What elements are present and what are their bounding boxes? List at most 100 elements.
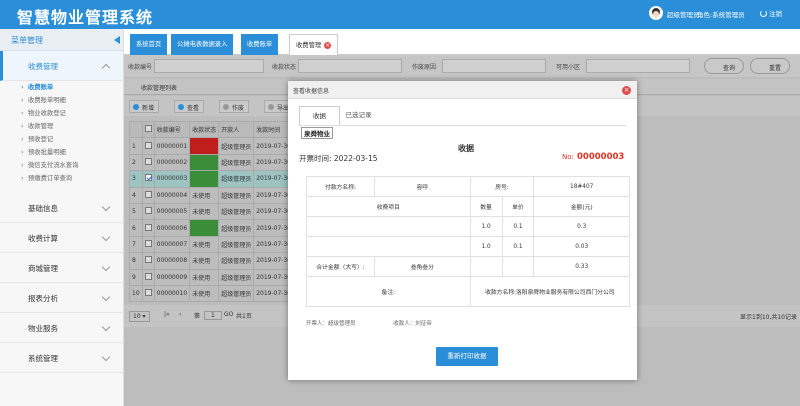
row-checkbox-cell[interactable] bbox=[141, 252, 155, 270]
sidebar-group-label: 系统管理 bbox=[28, 354, 58, 363]
app-title: 智慧物业管理系统 bbox=[17, 8, 154, 27]
table-row[interactable]: 10 00000010 未使用 超级管理员 2019-07-30 bbox=[129, 284, 295, 303]
sidebar-item[interactable]: 预收登记 bbox=[0, 133, 123, 146]
page-size-select[interactable]: 10 ▾ bbox=[129, 311, 150, 322]
role-value: 系统管理员 bbox=[712, 11, 745, 19]
sidebar-group-label: 物业服务 bbox=[28, 324, 58, 333]
row-checkbox-cell[interactable] bbox=[141, 153, 155, 172]
first-page-icon[interactable]: |« bbox=[164, 311, 170, 318]
checkbox[interactable] bbox=[144, 157, 152, 165]
checkbox[interactable] bbox=[144, 272, 152, 280]
table-row[interactable]: 7 00000007 未使用 超级管理员 2019-07-30 bbox=[129, 235, 295, 254]
tab-receipt-management[interactable]: 收费管理 × bbox=[289, 34, 339, 55]
download-icon bbox=[268, 104, 274, 110]
tab-selected-records[interactable]: 已选记录 bbox=[340, 106, 377, 126]
column-header: 收款编号 bbox=[153, 120, 191, 139]
table-row[interactable]: 9 00000009 未使用 超级管理员 2019-07-30 bbox=[129, 268, 295, 286]
ban-icon bbox=[223, 104, 229, 110]
table-row[interactable]: 6 00000006 超级管理员 2019-07-30 bbox=[129, 219, 295, 237]
sidebar-item[interactable]: 物业收款登记 bbox=[0, 107, 123, 120]
chevron-down-icon bbox=[101, 322, 111, 332]
receipt-status: 未使用 bbox=[189, 284, 220, 303]
row-checkbox-cell[interactable] bbox=[141, 235, 155, 254]
go-button[interactable]: GO bbox=[224, 311, 233, 318]
row-checkbox-cell[interactable] bbox=[141, 186, 155, 204]
logout-button[interactable]: 注销 bbox=[760, 8, 782, 18]
payee-name: 收款方名称:洛阳泉舜物业服务有限公司西门分公司 bbox=[469, 276, 631, 307]
qty-header: 数量 bbox=[469, 196, 503, 217]
checkbox[interactable] bbox=[144, 239, 152, 247]
search-button[interactable]: 查询 bbox=[704, 58, 745, 74]
sidebar-group[interactable]: 商城管理 bbox=[0, 253, 123, 283]
table-row[interactable]: 1 00000001 超级管理员 2019-07-30 bbox=[129, 137, 295, 155]
tab-meter-entry[interactable]: 公摊电表数据录入 bbox=[171, 34, 234, 55]
issuer: 超级管理员 bbox=[218, 202, 255, 221]
checkbox[interactable] bbox=[144, 223, 152, 231]
sidebar-group[interactable]: 收费计算 bbox=[0, 223, 123, 253]
row-checkbox-cell[interactable] bbox=[141, 219, 155, 237]
row-checkbox-cell[interactable] bbox=[141, 268, 155, 286]
filter-label: 作废原因 bbox=[412, 64, 437, 71]
community-select[interactable] bbox=[586, 59, 690, 73]
table-row[interactable]: 2 00000002 超级管理员 2019-07-30 bbox=[129, 153, 295, 172]
sidebar: 菜单管理 收费管理 收费账单 收费账单明细 物业收款登记 收款管理 预收登记 预… bbox=[0, 29, 124, 406]
checkbox[interactable] bbox=[144, 190, 152, 198]
payer-label: 付款方名称: bbox=[306, 176, 375, 197]
sidebar-group-billing[interactable]: 收费管理 bbox=[0, 51, 123, 81]
checkbox[interactable] bbox=[144, 174, 152, 182]
table-row[interactable]: 3 00000003 超级管理员 2019-07-30 bbox=[129, 170, 295, 188]
issuer: 开票人：超级管理员 bbox=[306, 321, 356, 327]
page-size: 10 bbox=[133, 313, 141, 320]
total-row: 合计金额（大写）: 叁角叁分 0.33 bbox=[306, 256, 630, 277]
issuer: 超级管理员 bbox=[218, 219, 255, 237]
prev-page-icon[interactable]: ‹ bbox=[179, 311, 181, 318]
reprint-button[interactable]: 重新打印收据 bbox=[436, 347, 498, 366]
reset-button[interactable]: 重置 bbox=[750, 58, 791, 74]
close-icon[interactable]: × bbox=[324, 42, 332, 49]
row-checkbox-cell[interactable] bbox=[141, 137, 155, 155]
tab-receipt[interactable]: 收据 bbox=[299, 106, 340, 126]
total-pages: 共1页 bbox=[236, 313, 252, 320]
checkbox[interactable] bbox=[144, 141, 152, 149]
sidebar-group[interactable]: 报表分析 bbox=[0, 283, 123, 313]
void-button[interactable]: 作废 bbox=[219, 100, 250, 113]
amount-header: 金额(元) bbox=[533, 196, 630, 217]
row-checkbox-cell[interactable] bbox=[141, 170, 155, 188]
tab-home[interactable]: 系统首页 bbox=[130, 34, 168, 55]
checkbox[interactable] bbox=[144, 207, 152, 215]
receipt-no-input[interactable] bbox=[154, 59, 264, 73]
view-button[interactable]: 查看 bbox=[174, 100, 205, 113]
sidebar-title: 菜单管理 bbox=[11, 36, 43, 45]
checkbox[interactable] bbox=[144, 289, 152, 297]
select-all-checkbox[interactable] bbox=[141, 120, 155, 139]
void-reason-input[interactable] bbox=[442, 59, 546, 73]
issuer: 超级管理员 bbox=[218, 284, 255, 303]
sidebar-group[interactable]: 基础信息 bbox=[0, 193, 123, 223]
table-row[interactable]: 8 00000008 未使用 超级管理员 2019-07-30 bbox=[129, 252, 295, 270]
checkbox[interactable] bbox=[144, 256, 152, 264]
table-row[interactable]: 4 00000004 未使用 超级管理员 2019-07-30 bbox=[129, 186, 295, 204]
row-checkbox-cell[interactable] bbox=[141, 284, 155, 303]
sidebar-group[interactable]: 物业服务 bbox=[0, 313, 123, 343]
row-checkbox-cell[interactable] bbox=[141, 202, 155, 221]
avatar[interactable] bbox=[649, 6, 663, 20]
status-select[interactable] bbox=[298, 59, 402, 73]
sidebar-group[interactable]: 系统管理 bbox=[0, 343, 123, 373]
add-button[interactable]: 新增 bbox=[129, 100, 160, 113]
sidebar-item[interactable]: 预缴费订单查询 bbox=[0, 172, 123, 185]
sidebar-item[interactable]: 收费账单明细 bbox=[0, 94, 123, 107]
tab-billing[interactable]: 收费账单 bbox=[241, 34, 279, 55]
column-header: 开款人 bbox=[218, 120, 255, 139]
collapse-arrow-icon[interactable] bbox=[114, 36, 120, 44]
sidebar-item[interactable]: 收费账单 bbox=[0, 81, 123, 94]
payer-value: 容呼 bbox=[374, 176, 471, 197]
page-input[interactable]: 1 bbox=[204, 311, 222, 320]
app-header: 智慧物业管理系统 超级管理员 角色:系统管理员 注销 bbox=[0, 0, 800, 29]
sidebar-item[interactable]: 预收批量明细 bbox=[0, 146, 123, 159]
close-icon[interactable]: × bbox=[622, 86, 631, 95]
sidebar-item[interactable]: 微信支付流水查询 bbox=[0, 159, 123, 172]
sidebar-item[interactable]: 收款管理 bbox=[0, 120, 123, 133]
line-item bbox=[306, 236, 471, 257]
checkbox[interactable] bbox=[144, 125, 152, 133]
table-row[interactable]: 5 00000005 未使用 超级管理员 2019-07-30 bbox=[129, 202, 295, 221]
